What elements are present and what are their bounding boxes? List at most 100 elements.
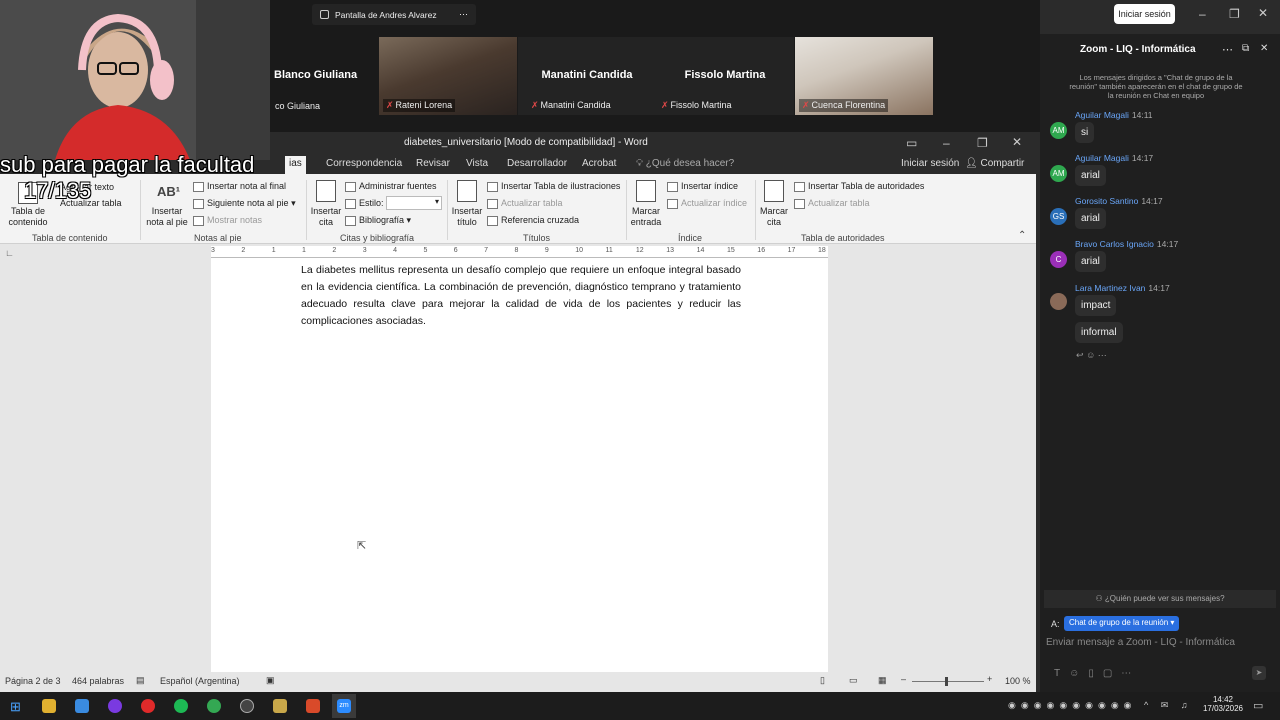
tab-acrobat[interactable]: Acrobat [582, 158, 616, 169]
more-icon[interactable]: ⋯ [459, 9, 468, 20]
document-page[interactable]: La diabetes mellitus representa un desaf… [211, 258, 828, 672]
update-authorities-button[interactable]: Actualizar tabla [794, 198, 870, 209]
zoom-in-icon[interactable]: + [987, 674, 992, 684]
popout-icon[interactable]: ⧉ [1242, 43, 1249, 54]
zoom-slider[interactable] [912, 681, 984, 682]
tell-me-search[interactable]: 💡︎ ¿Qué desea hacer? [636, 158, 734, 169]
message-bubble[interactable]: arial [1075, 165, 1106, 186]
zoom-out-icon[interactable]: – [901, 674, 906, 684]
insert-citation-button[interactable]: Insertar cita [307, 206, 345, 228]
word-signin-link[interactable]: Iniciar sesión [901, 158, 959, 169]
web-layout-icon[interactable]: ▦ [878, 675, 887, 686]
more-icon[interactable]: ⋯ [1098, 350, 1107, 360]
app-icon[interactable] [108, 699, 122, 713]
more-options-icon[interactable]: ⋯ [1222, 43, 1233, 56]
page-count[interactable]: Página 2 de 3 [5, 676, 61, 686]
app-icon[interactable] [240, 699, 254, 713]
ruler-tick-label: 17 [787, 247, 796, 254]
participant-tile[interactable]: Fissolo Martina ✗ Fissolo Martina [656, 37, 794, 115]
manage-sources-button[interactable]: Administrar fuentes [345, 181, 437, 192]
tab-review[interactable]: Revisar [416, 158, 450, 169]
bibliography-button[interactable]: Bibliografía ▾ [345, 215, 411, 226]
restore-icon[interactable]: ❐ [1229, 7, 1240, 21]
close-icon[interactable]: ✕ [1012, 135, 1022, 149]
mark-citation-button[interactable]: Marcar cita [757, 206, 791, 228]
close-chat-icon[interactable]: ✕ [1260, 43, 1268, 54]
insert-table-of-figures-button[interactable]: Insertar Tabla de ilustraciones [487, 181, 620, 192]
print-layout-icon[interactable]: ▭ [849, 675, 858, 686]
participant-tile-video[interactable]: ✗ Rateni Lorena [379, 37, 517, 115]
minimize-icon[interactable]: – [1199, 7, 1206, 21]
participant-tile[interactable]: Blanco Giuliana co Giuliana [272, 37, 376, 115]
message-actions[interactable]: ↩ ☺ ⋯ [1076, 350, 1107, 361]
spotify-icon[interactable] [174, 699, 188, 713]
restore-icon[interactable]: ❐ [977, 136, 988, 150]
zoom-level[interactable]: 100 % [1005, 676, 1031, 686]
word-count[interactable]: 464 palabras [72, 676, 124, 686]
message-bubble[interactable]: si [1075, 122, 1095, 143]
participant-tile[interactable]: Manatini Candida ✗ Manatini Candida [518, 37, 656, 115]
tab-view[interactable]: Vista [466, 158, 488, 169]
send-icon[interactable]: ➤ [1252, 666, 1266, 680]
update-index-button[interactable]: Actualizar índice [667, 198, 747, 209]
system-tray[interactable]: ◉◉◉◉◉◉◉◉◉◉ ^ ✉ ♫ [1008, 700, 1193, 711]
mark-entry-button[interactable]: Marcar entrada [628, 206, 664, 228]
insert-index-button[interactable]: Insertar índice [667, 181, 738, 192]
language[interactable]: Español (Argentina) [160, 676, 240, 686]
participant-tile-video[interactable]: ✗ Cuenca Florentina [795, 37, 933, 115]
screen-share-indicator[interactable]: Pantalla de Andres Alvarez ⋯ [312, 4, 476, 25]
app-icon[interactable] [273, 699, 287, 713]
update-table-button[interactable]: Actualizar tabla [487, 198, 563, 209]
cross-reference-button[interactable]: Referencia cruzada [487, 215, 579, 226]
message-bubble[interactable]: arial [1075, 251, 1106, 272]
zoom-taskbar-active[interactable]: zm [332, 694, 356, 718]
overlay-line-1: sub para pagar la facultad [0, 152, 255, 177]
format-icon[interactable]: T [1054, 668, 1069, 679]
recipient-dropdown[interactable]: Chat de grupo de la reunión ▾ [1064, 616, 1180, 631]
screenshot-icon[interactable]: ▢ [1103, 668, 1121, 679]
chrome-icon[interactable] [207, 699, 221, 713]
more-icon[interactable]: ⋯ [1121, 668, 1140, 679]
message-bubble[interactable]: arial [1075, 208, 1106, 229]
emoji-icon[interactable]: ☺ [1086, 350, 1095, 360]
tab-selector-icon[interactable]: ∟ [5, 248, 14, 258]
ruler-tick-label: 9 [544, 247, 549, 254]
group-separator [447, 180, 448, 240]
zoom-signin-button[interactable]: Iniciar sesión [1114, 4, 1175, 24]
webcam-overlay [0, 0, 270, 160]
close-icon[interactable]: ✕ [1258, 6, 1268, 20]
file-explorer-icon[interactable] [42, 699, 56, 713]
document-paragraph[interactable]: La diabetes mellitus representa un desaf… [301, 262, 741, 330]
message-bubble[interactable]: impact [1075, 295, 1117, 316]
notifications-icon[interactable]: ▭ [1253, 699, 1263, 712]
horizontal-ruler[interactable]: 3 2 1 1 2 3 4 5 6 7 8 9 10 11 12 13 14 15 16 17 18 [211, 246, 828, 258]
reply-icon[interactable]: ↩ [1076, 350, 1084, 360]
insert-table-of-authorities-button[interactable]: Insertar Tabla de autoridades [794, 181, 924, 192]
minimize-icon[interactable]: – [943, 136, 950, 150]
ruler-tick-label: 6 [453, 247, 458, 254]
emoji-icon[interactable]: ☺ [1069, 668, 1088, 679]
insert-caption-button[interactable]: Insertar título [449, 206, 485, 228]
style-dropdown[interactable]: ▾ [386, 196, 442, 210]
proofing-icon[interactable]: ▤ [136, 675, 145, 686]
app-icon[interactable] [306, 699, 320, 713]
windows-start-icon[interactable]: ⊞ [10, 699, 21, 715]
zoom-slider-thumb[interactable] [945, 677, 948, 686]
file-icon[interactable]: ▯ [1088, 668, 1103, 679]
macro-icon[interactable]: ▣ [266, 675, 275, 686]
who-can-see-link[interactable]: ⚇ ¿Quién puede ver sus mensajes? [1044, 590, 1276, 608]
show-notes-button[interactable]: Mostrar notas [193, 215, 262, 226]
app-icon[interactable] [141, 699, 155, 713]
share-button[interactable]: 👤︎ Compartir [965, 158, 1024, 169]
store-icon[interactable] [75, 699, 89, 713]
message-bubble[interactable]: informal [1075, 322, 1123, 343]
chat-message-input[interactable]: Enviar mensaje a Zoom - LIQ - Informátic… [1046, 637, 1274, 648]
person-icon: 👤︎ [965, 158, 978, 169]
tab-developer[interactable]: Desarrollador [507, 158, 567, 169]
clock[interactable]: 14:42 17/03/2026 [1200, 695, 1246, 713]
read-mode-icon[interactable]: ▯ [820, 675, 825, 686]
ribbon-display-icon[interactable]: ▭ [906, 136, 917, 150]
tab-mailings[interactable]: Correspondencia [326, 158, 402, 169]
collapse-ribbon-icon[interactable]: ⌃ [1018, 230, 1026, 241]
group-separator [755, 180, 756, 240]
